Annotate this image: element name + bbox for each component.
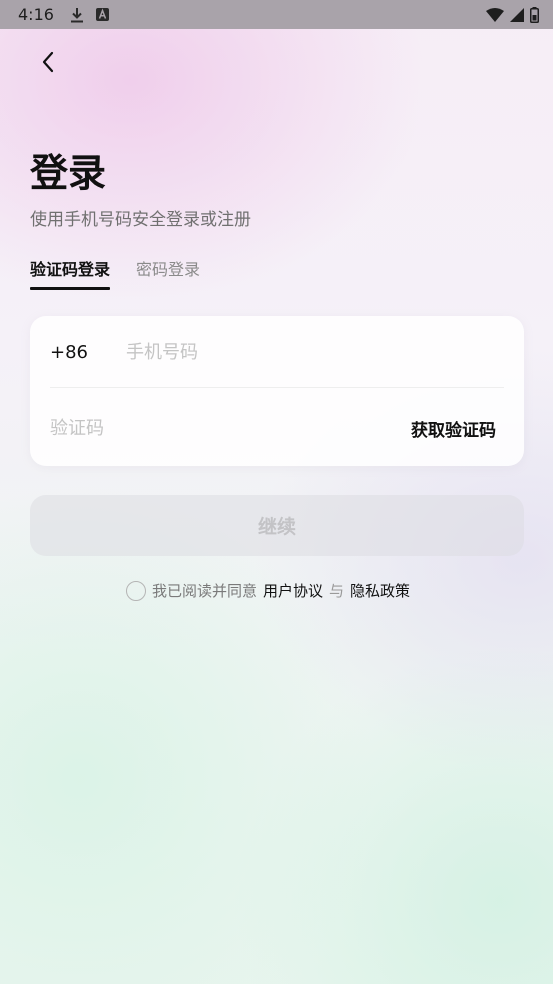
code-row: 获取验证码 — [50, 392, 496, 464]
agreement-row: 我已阅读并同意 用户协议 与 隐私政策 — [126, 580, 410, 601]
continue-button[interactable]: 继续 — [30, 495, 524, 556]
download-icon — [70, 7, 84, 23]
wifi-icon — [486, 7, 504, 22]
form-divider — [50, 387, 504, 388]
phone-row: +86 — [50, 316, 504, 388]
status-time: 4:16 — [18, 5, 54, 24]
agreement-checkbox[interactable] — [126, 580, 146, 601]
a-badge-icon — [95, 8, 109, 21]
battery-icon — [530, 6, 539, 23]
status-bar: 4:16 — [0, 0, 553, 29]
signal-icon — [510, 7, 524, 22]
verification-code-input[interactable] — [50, 417, 411, 439]
agreement-connector: 与 — [329, 582, 345, 600]
agreement-prefix: 我已阅读并同意 — [152, 582, 258, 600]
privacy-policy-link[interactable]: 隐私政策 — [350, 580, 410, 601]
country-code[interactable]: +86 — [50, 342, 126, 363]
tab-sms-login[interactable]: 验证码登录 — [30, 256, 111, 290]
page-title: 登录 — [30, 151, 107, 195]
login-form-card: +86 获取验证码 — [30, 316, 524, 466]
login-tabs: 验证码登录 密码登录 — [30, 256, 200, 290]
user-agreement-link[interactable]: 用户协议 — [263, 580, 323, 601]
chevron-left-icon[interactable] — [41, 51, 55, 77]
status-icons-right — [486, 6, 539, 23]
get-code-button[interactable]: 获取验证码 — [411, 416, 496, 441]
status-icons-left — [70, 7, 109, 23]
page-subtitle: 使用手机号码安全登录或注册 — [30, 210, 251, 230]
tab-password-login[interactable]: 密码登录 — [136, 256, 200, 290]
back-button[interactable] — [32, 48, 64, 80]
phone-input[interactable] — [126, 341, 351, 363]
